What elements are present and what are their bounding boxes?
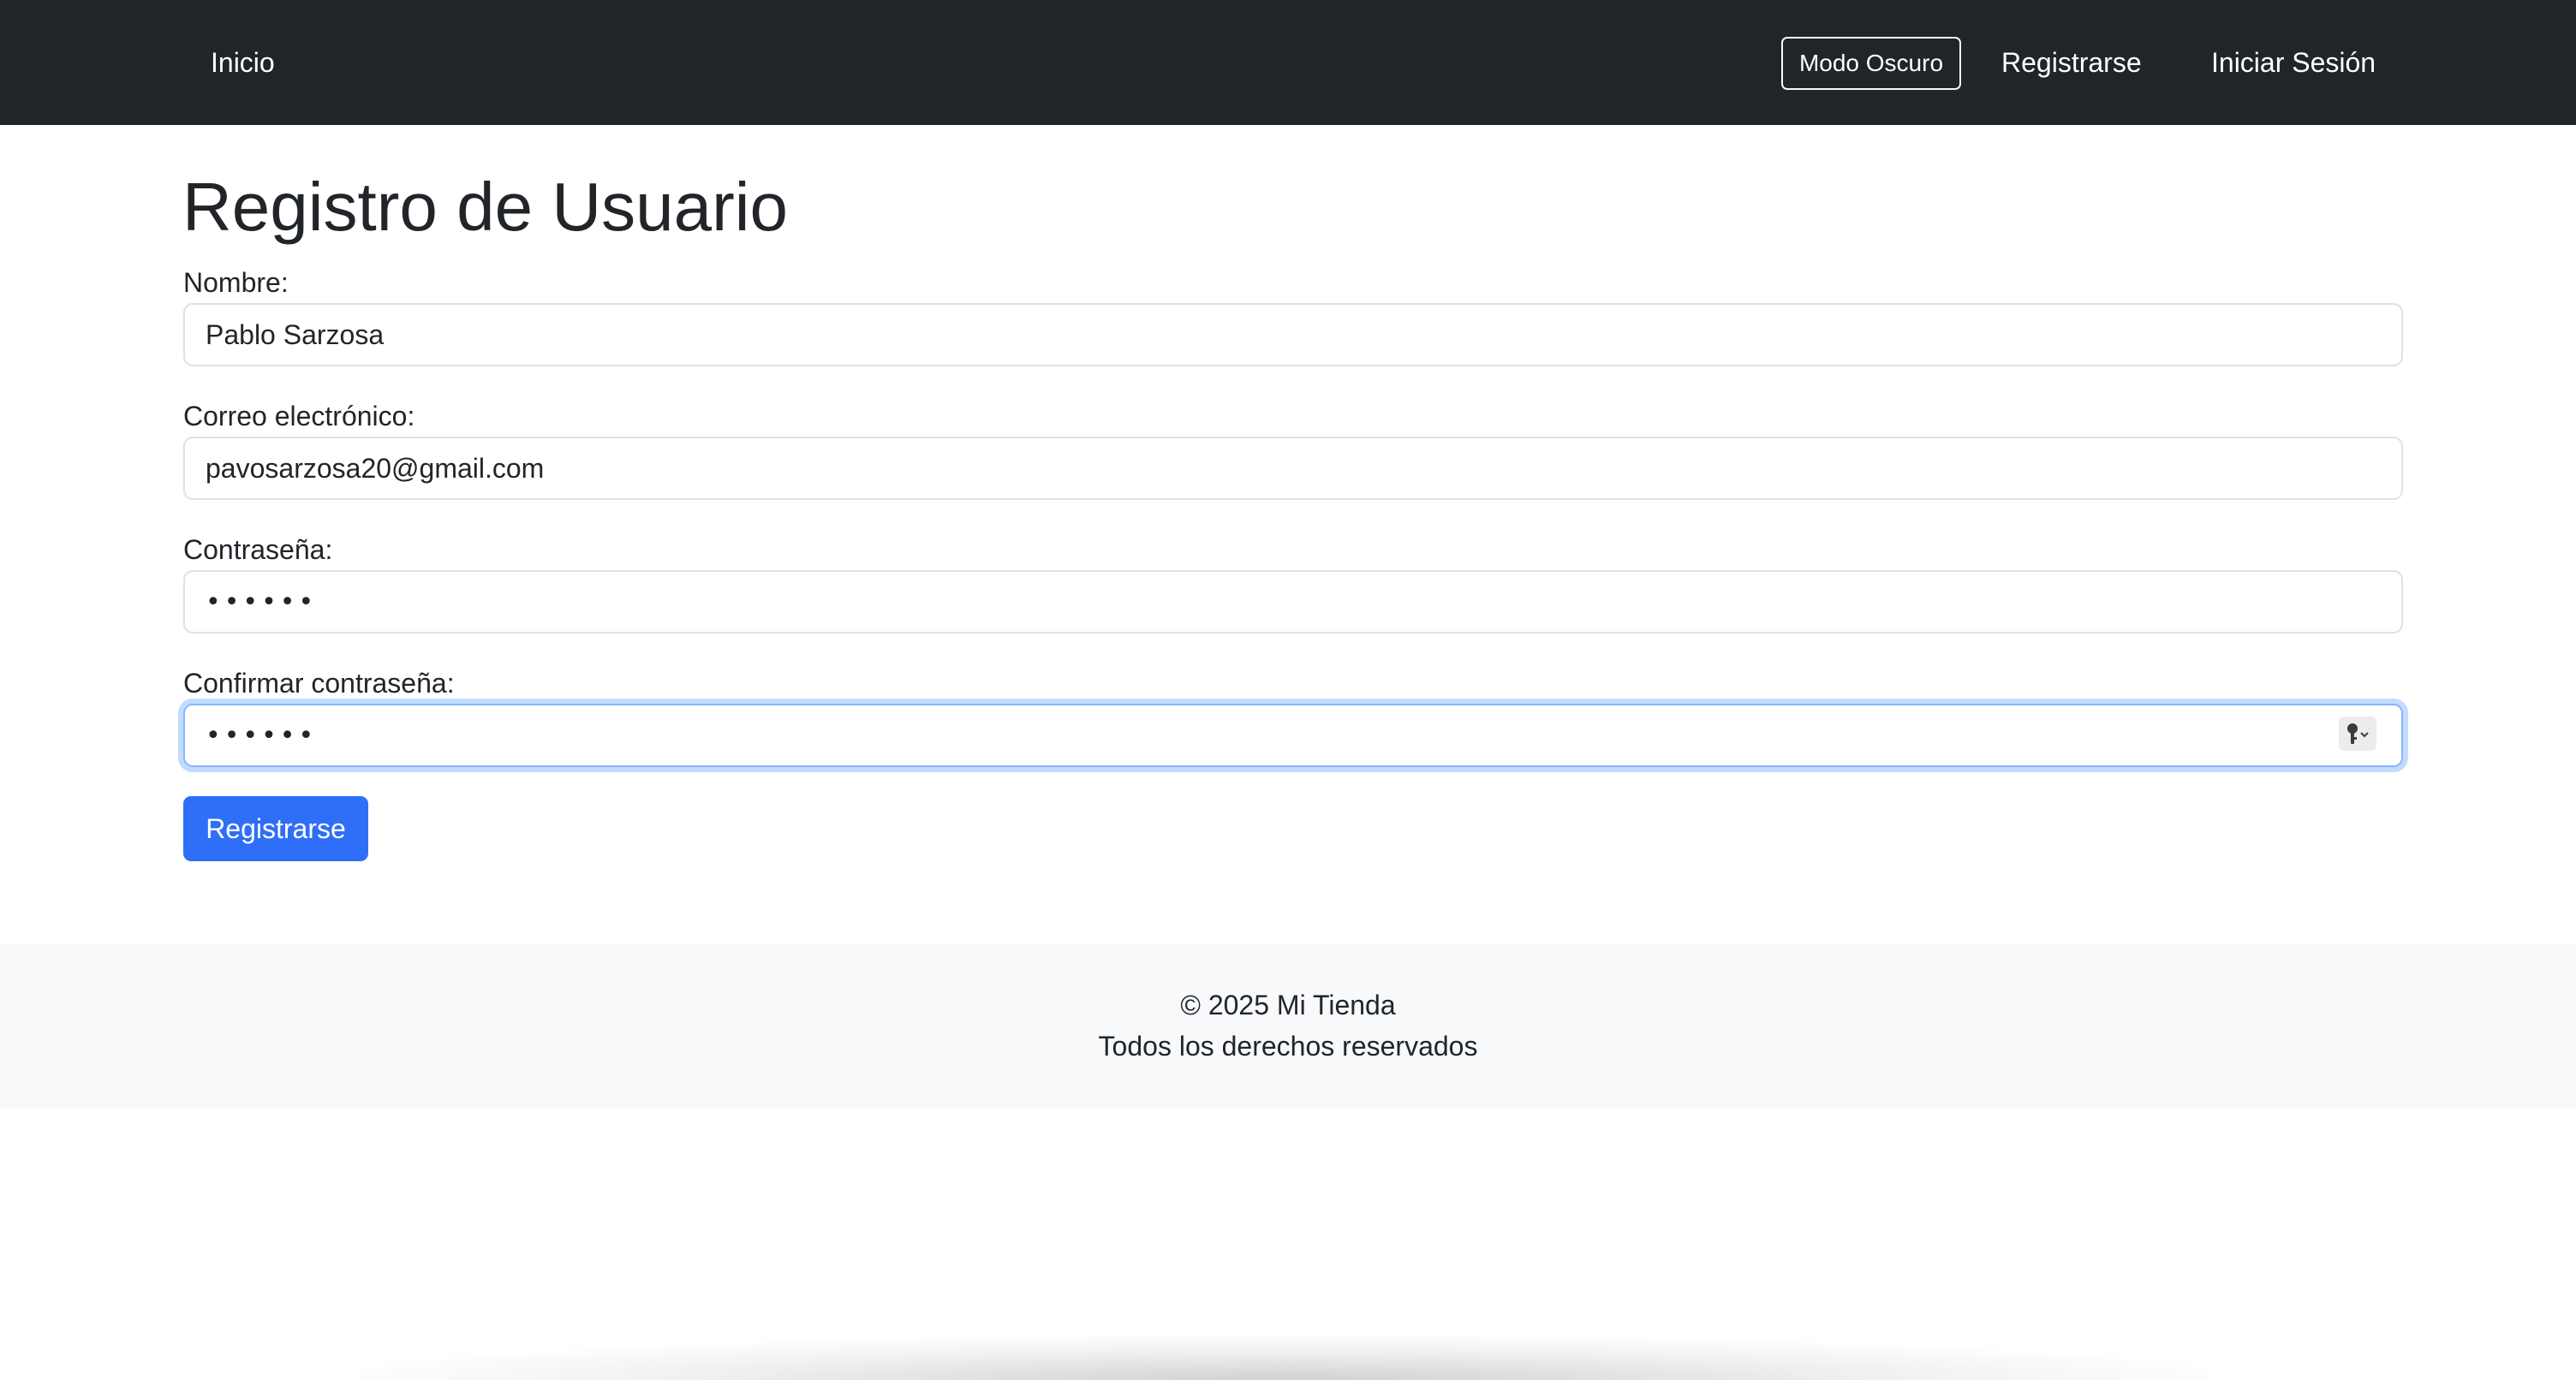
password-label: Contraseña:: [183, 534, 333, 565]
email-label: Correo electrónico:: [183, 401, 415, 431]
register-submit-button[interactable]: Registrarse: [183, 796, 368, 861]
key-icon: [2347, 723, 2369, 744]
nav-register-link[interactable]: Registrarse: [2001, 43, 2142, 82]
password-manager-button[interactable]: [2339, 717, 2376, 751]
name-label: Nombre:: [183, 267, 289, 298]
dark-mode-button[interactable]: Modo Oscuro: [1781, 37, 1961, 90]
name-input[interactable]: [183, 303, 2403, 366]
email-input[interactable]: [183, 437, 2403, 500]
chevron-down-icon: [2360, 732, 2369, 738]
confirm-password-input[interactable]: [183, 704, 2403, 767]
navbar: Inicio Modo Oscuro Registrarse Iniciar S…: [0, 0, 2576, 125]
window-shadow: [360, 1335, 2209, 1380]
password-input[interactable]: [183, 570, 2403, 633]
confirm-password-label: Confirmar contraseña:: [183, 668, 455, 699]
nav-home-link[interactable]: Inicio: [211, 43, 275, 82]
footer-rights: Todos los derechos reservados: [1098, 1031, 1478, 1062]
footer-copyright: © 2025 Mi Tienda: [1180, 990, 1396, 1020]
page-title: Registro de Usuario: [182, 169, 788, 245]
footer: © 2025 Mi Tienda Todos los derechos rese…: [0, 943, 2576, 1108]
nav-login-link[interactable]: Iniciar Sesión: [2211, 43, 2376, 82]
